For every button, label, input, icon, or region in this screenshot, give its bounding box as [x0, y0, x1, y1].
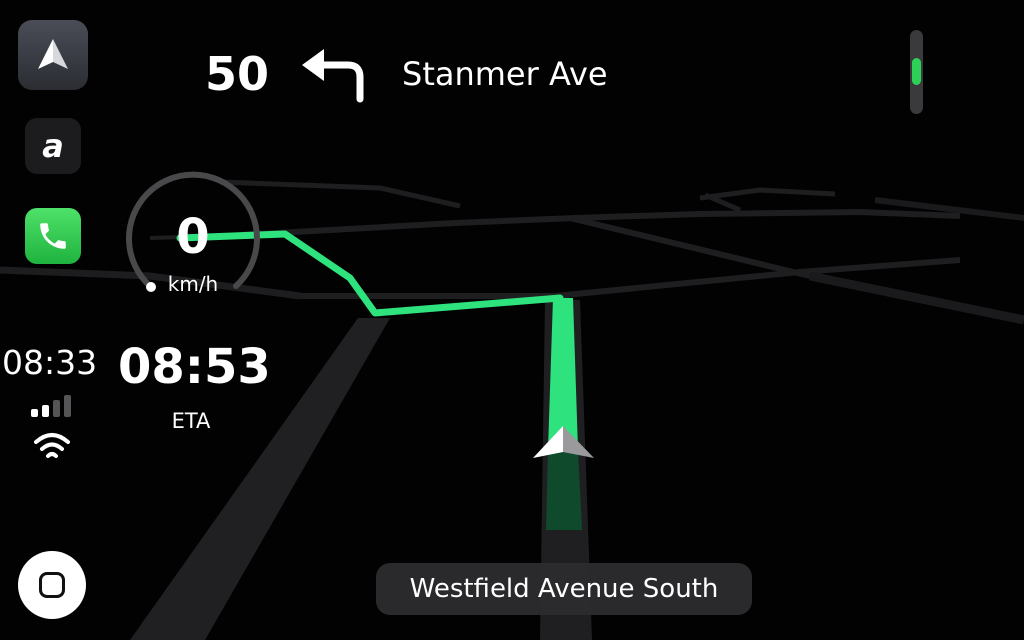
speed-unit: km/h — [167, 272, 219, 296]
status-clock: 08:33 — [2, 343, 98, 382]
letter-a-icon: a — [42, 127, 64, 165]
navigation-app-button[interactable] — [18, 20, 88, 90]
phone-icon — [40, 223, 66, 249]
current-street-name: Westfield Avenue South — [409, 574, 719, 604]
navigation-arrow-icon — [38, 39, 68, 69]
wifi-icon — [34, 433, 70, 458]
speed-value: 0 — [176, 209, 210, 265]
home-square-icon — [39, 572, 65, 598]
phone-app-button[interactable] — [25, 208, 81, 264]
next-street-name: Stanmer Ave — [402, 55, 608, 93]
audio-app-button[interactable]: a — [25, 118, 81, 174]
eta-time: 08:53 — [118, 339, 271, 395]
turn-left-arrow-icon — [302, 49, 364, 103]
turn-distance: 50 — [205, 47, 270, 101]
volume-level — [912, 58, 921, 85]
cellular-signal-icon — [31, 395, 71, 417]
carplay-screen: a 08:33 50 Stanmer Ave 0 km/h 08:53 ETA — [0, 0, 1024, 640]
home-button[interactable] — [18, 551, 86, 619]
current-street-pill: Westfield Avenue South — [376, 563, 752, 615]
eta-label: ETA — [171, 409, 211, 433]
